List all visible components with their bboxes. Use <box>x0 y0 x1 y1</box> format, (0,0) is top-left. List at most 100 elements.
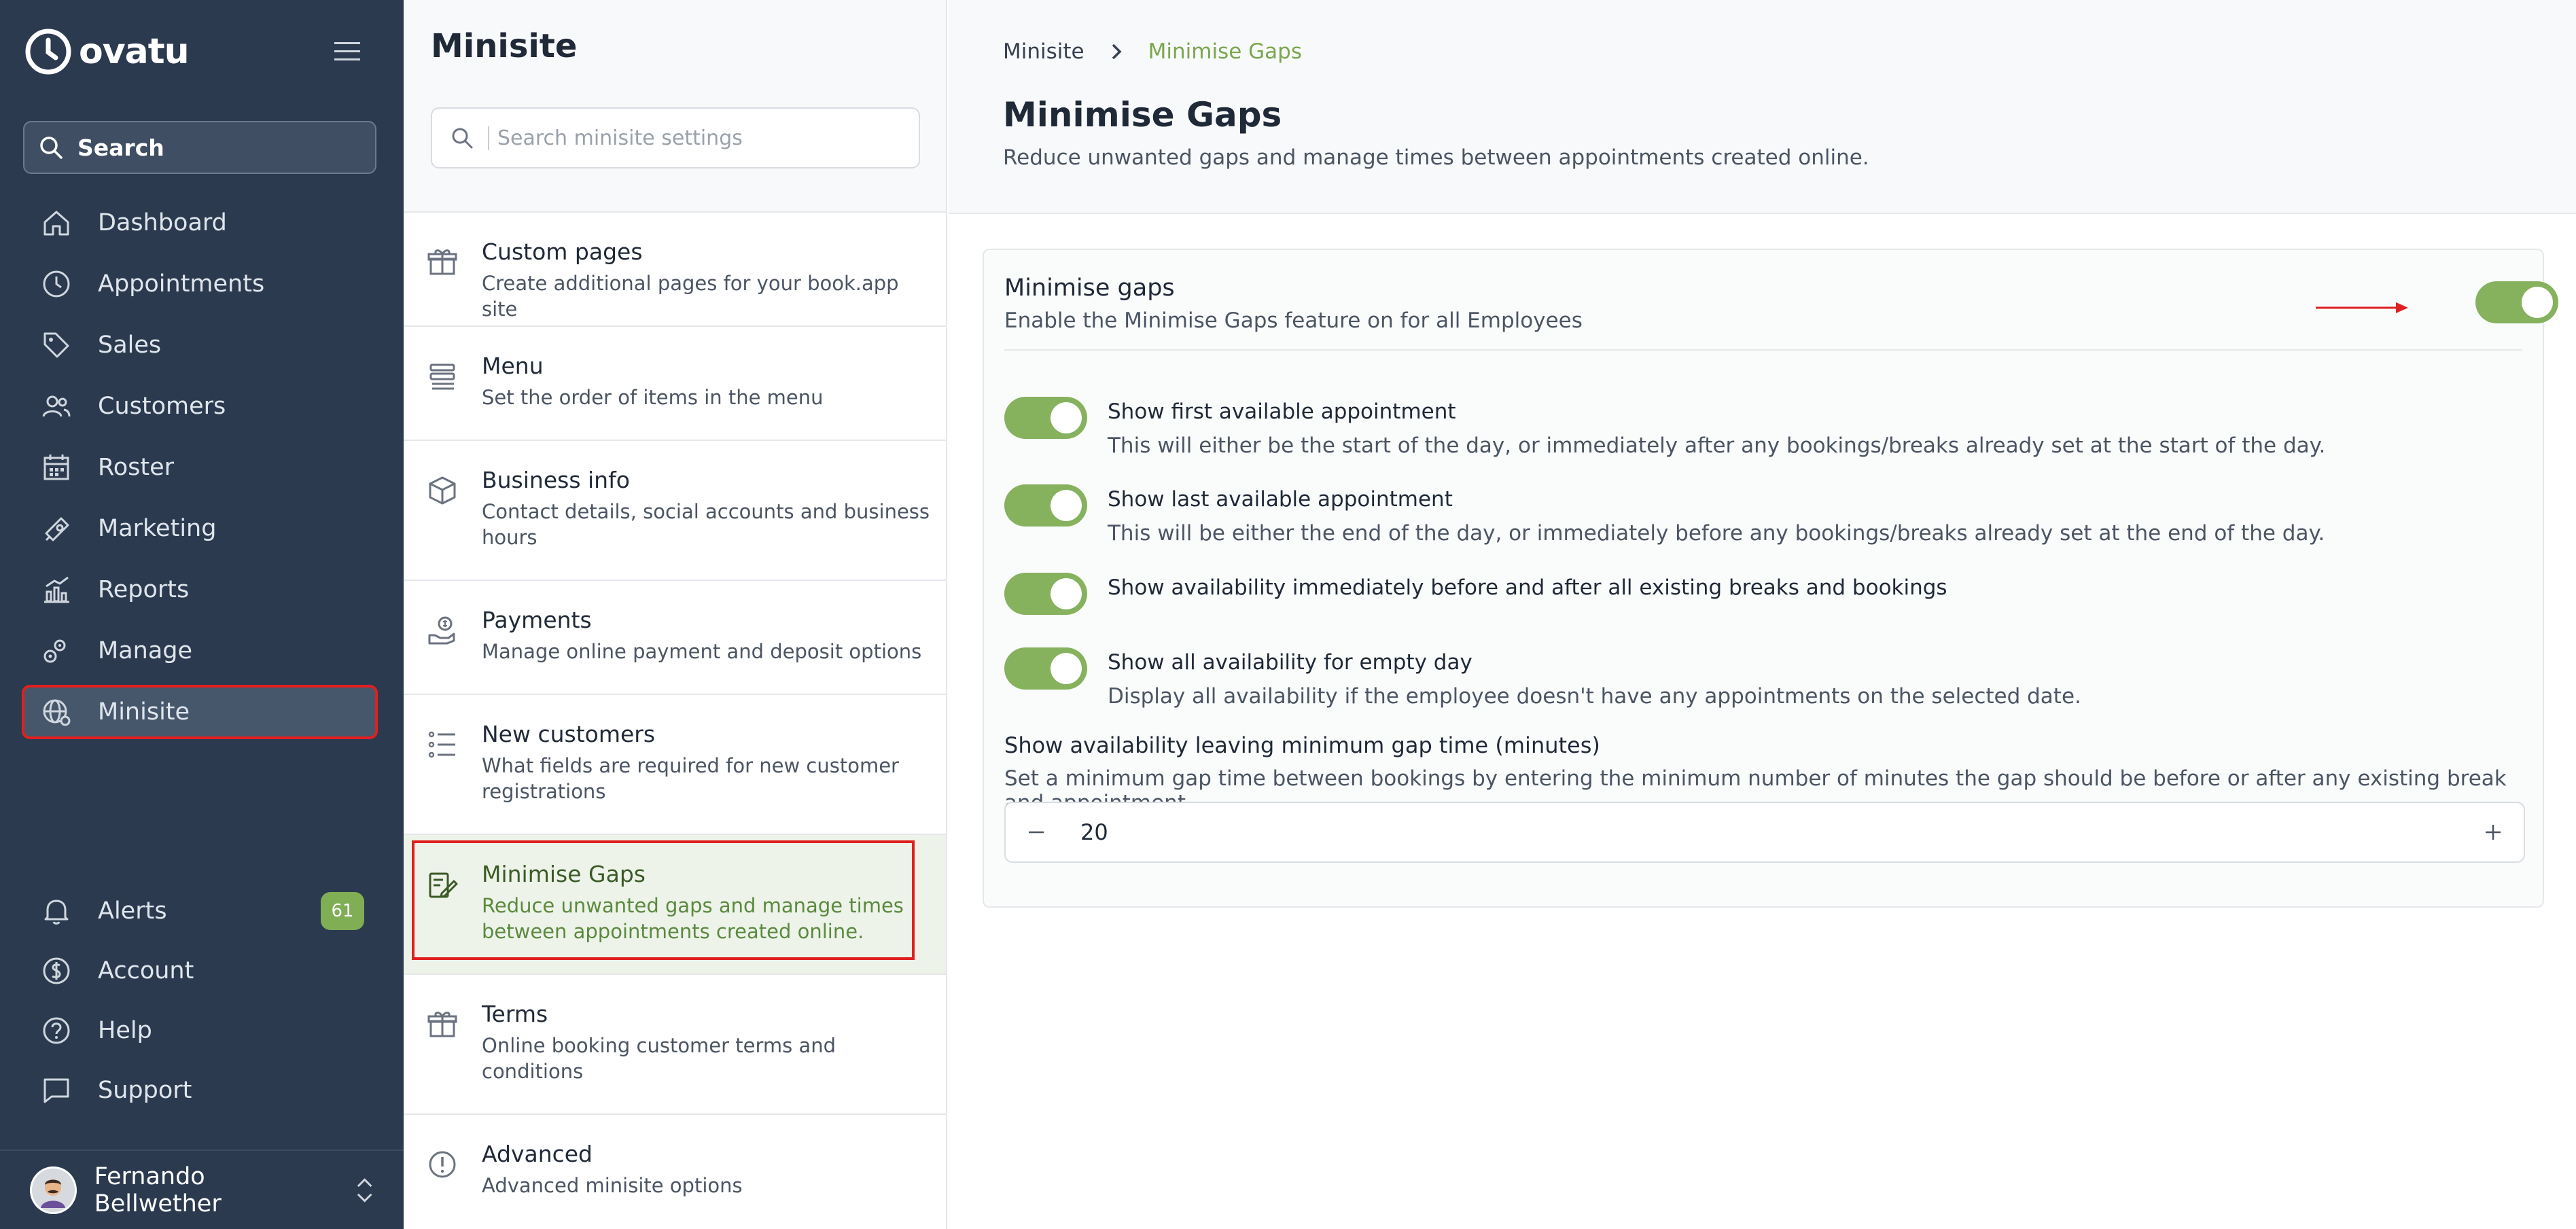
option-title: Show availability immediately before and… <box>1108 575 1947 600</box>
sidebar-item-customers[interactable]: Customers <box>22 379 378 433</box>
sidebar-item-manage[interactable]: Manage <box>22 624 378 678</box>
chevron-up-down-icon <box>357 1177 372 1203</box>
clock-logo-icon <box>25 29 71 75</box>
sidebar-item-help[interactable]: Help <box>22 1004 378 1057</box>
option-title: Show first available appointment <box>1108 399 1456 424</box>
option-empty-day: Show all availability for empty day Disp… <box>1004 647 2081 709</box>
breadcrumb: Minisite Minimise Gaps <box>1003 39 1302 64</box>
menu-toggle-icon[interactable] <box>332 38 363 65</box>
setting-item-business-info[interactable]: Business info Contact details, social ac… <box>404 441 946 581</box>
setting-item-advanced[interactable]: Advanced Advanced minisite options <box>404 1115 946 1229</box>
decrement-button[interactable] <box>1006 803 1067 861</box>
sidebar-item-label: Roster <box>98 454 175 481</box>
setting-title: Menu <box>482 353 544 379</box>
plus-icon <box>2486 825 2501 840</box>
option-description: This will be either the end of the day, … <box>1108 521 2325 546</box>
sidebar-search-label: Search <box>77 134 164 161</box>
sidebar-item-marketing[interactable]: Marketing <box>22 501 378 556</box>
setting-item-payments[interactable]: Payments Manage online payment and depos… <box>404 581 946 695</box>
coin-icon <box>43 957 70 984</box>
setting-item-menu[interactable]: Menu Set the order of items in the menu <box>404 327 946 441</box>
sidebar-item-appointments[interactable]: Appointments <box>22 257 378 311</box>
min-gap-title: Show availability leaving minimum gap ti… <box>1004 732 1600 758</box>
globe-gear-icon <box>43 699 71 726</box>
sidebar-item-label: Help <box>98 1017 152 1044</box>
option-title: Show all availability for empty day <box>1108 650 1472 675</box>
sidebar-item-support[interactable]: Support <box>22 1064 378 1117</box>
search-icon <box>40 137 63 159</box>
sidebar-item-minisite[interactable]: Minisite <box>22 685 378 739</box>
search-icon <box>452 128 473 149</box>
avatar <box>30 1166 77 1214</box>
sidebar-nav: Dashboard Appointments Sales Customers R… <box>22 196 378 746</box>
sidebar-item-reports[interactable]: Reports <box>22 563 378 617</box>
setting-description: Manage online payment and deposit option… <box>482 640 922 663</box>
min-gap-value[interactable]: 20 <box>1080 819 1108 845</box>
empty-day-toggle[interactable] <box>1004 647 1087 690</box>
sidebar-item-account[interactable]: Account <box>22 944 378 997</box>
sidebar-item-alerts[interactable]: Alerts 61 <box>22 885 378 938</box>
sidebar-item-label: Sales <box>98 332 162 359</box>
breadcrumb-minisite[interactable]: Minisite <box>1003 39 1084 64</box>
settings-search-field[interactable] <box>431 107 920 168</box>
setting-item-custom-pages[interactable]: Custom pages Create additional pages for… <box>404 213 946 327</box>
gears-icon <box>43 639 66 663</box>
sidebar-search[interactable]: Search <box>23 121 376 174</box>
user-avatar-icon <box>41 1179 66 1208</box>
page-subtitle: Reduce unwanted gaps and manage times be… <box>1003 145 1869 170</box>
setting-description: Set the order of items in the menu <box>482 386 824 409</box>
sidebar-item-label: Reports <box>98 576 190 603</box>
setting-item-minimise-gaps[interactable]: Minimise Gaps Reduce unwanted gaps and m… <box>404 835 946 975</box>
sidebar-item-label: Manage <box>98 637 193 664</box>
question-circle-icon <box>43 1017 70 1044</box>
breadcrumb-current: Minimise Gaps <box>1148 39 1302 64</box>
gift-icon <box>427 249 457 275</box>
card-divider <box>1004 349 2522 351</box>
setting-item-new-customers[interactable]: New customers What fields are required f… <box>404 695 946 835</box>
setting-title: Business info <box>482 467 630 493</box>
brand-name: ovatu <box>79 31 190 72</box>
chart-icon <box>44 576 69 603</box>
bell-icon <box>44 900 69 925</box>
min-gap-stepper: 20 <box>1004 802 2525 863</box>
option-first-available: Show first available appointment This wi… <box>1004 397 2325 458</box>
calendar-icon <box>43 455 69 480</box>
main-sidebar: ovatu Search Dashboard Appointments Sale… <box>0 0 404 1229</box>
minimise-gaps-toggle[interactable] <box>2475 281 2558 323</box>
clock-icon <box>43 270 70 298</box>
increment-button[interactable] <box>2463 803 2524 861</box>
setting-item-terms[interactable]: Terms Online booking customer terms and … <box>404 975 946 1115</box>
settings-title: Minisite <box>431 27 578 65</box>
setting-description: Advanced minisite options <box>482 1174 743 1197</box>
option-title: Show last available appointment <box>1108 487 1453 512</box>
red-arrow-annotation-icon <box>2316 302 2408 313</box>
minisite-settings-panel: Minisite Custom pages Create additional … <box>404 0 947 1229</box>
gift-icon <box>427 1012 457 1037</box>
sidebar-item-label: Dashboard <box>98 209 227 236</box>
selection-highlight-box <box>412 840 915 960</box>
first-available-toggle[interactable] <box>1004 397 1087 439</box>
setting-title: Terms <box>482 1001 548 1027</box>
list-icon <box>428 731 455 758</box>
brand-logo[interactable]: ovatu <box>24 27 190 76</box>
main-content: Minisite Minimise Gaps Minimise Gaps Red… <box>949 0 2576 1229</box>
sidebar-item-label: Support <box>98 1077 192 1104</box>
user-profile-switcher[interactable]: Fernando Bellwether <box>0 1150 404 1229</box>
sidebar-item-label: Minisite <box>98 698 190 726</box>
sidebar-item-roster[interactable]: Roster <box>22 440 378 495</box>
settings-search-input[interactable] <box>488 126 896 150</box>
sidebar-item-dashboard[interactable]: Dashboard <box>22 196 378 250</box>
sidebar-item-label: Marketing <box>98 515 217 542</box>
menu-lines-icon <box>429 363 455 390</box>
before-after-breaks-toggle[interactable] <box>1004 573 1087 615</box>
option-description: This will either be the start of the day… <box>1108 433 2326 458</box>
chevron-right-icon <box>1112 43 1122 60</box>
chat-icon <box>43 1078 69 1103</box>
setting-description: Contact details, social accounts and bus… <box>482 500 930 549</box>
sidebar-item-label: Account <box>98 957 194 984</box>
megaphone-icon <box>45 517 69 541</box>
sidebar-item-sales[interactable]: Sales <box>22 318 378 372</box>
last-available-toggle[interactable] <box>1004 484 1087 527</box>
clipboard-edit-icon <box>429 872 458 898</box>
option-description: Display all availability if the employee… <box>1108 684 2081 709</box>
